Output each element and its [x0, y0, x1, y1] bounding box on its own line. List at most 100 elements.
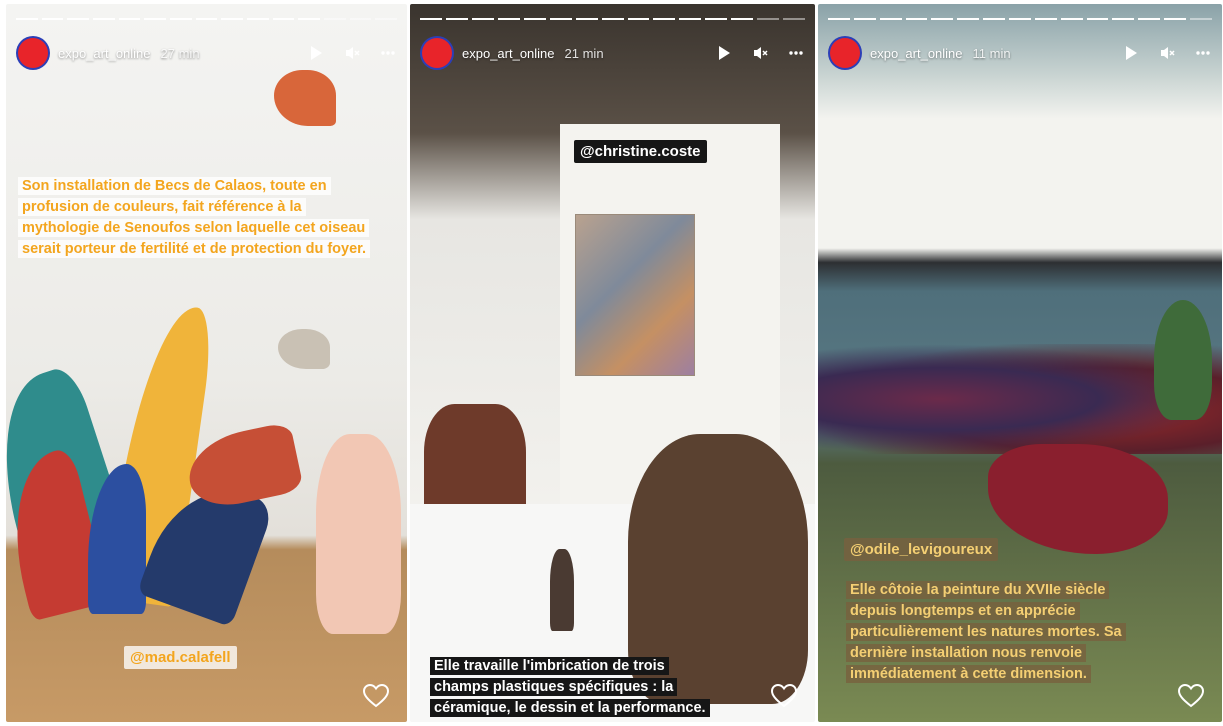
heart-icon[interactable]	[1177, 683, 1205, 708]
story-caption: Son installation de Becs de Calaos, tout…	[18, 176, 407, 260]
avatar[interactable]	[18, 38, 48, 68]
avatar[interactable]	[422, 38, 452, 68]
progress-segment	[445, 18, 468, 20]
heart-icon[interactable]	[362, 683, 390, 708]
story-card-2[interactable]: expo_art_online 21 min @christine.coste …	[410, 4, 815, 722]
more-icon[interactable]	[379, 44, 397, 62]
progress-segment	[471, 18, 494, 20]
mute-icon[interactable]	[751, 44, 769, 62]
progress-segment	[549, 18, 572, 20]
progress-segment	[221, 18, 244, 20]
progress-segment	[905, 18, 928, 20]
caption-line: depuis longtemps et en apprécie	[846, 602, 1080, 620]
progress-segment	[16, 18, 38, 20]
progress-segment	[349, 18, 372, 20]
progress-segment	[1112, 18, 1135, 20]
username[interactable]: expo_art_online	[462, 46, 555, 61]
progress-segment	[828, 18, 850, 20]
progress-segment	[67, 18, 90, 20]
progress-segment	[731, 18, 754, 20]
caption-line: Elle côtoie la peinture du XVIIe siècle	[846, 581, 1110, 599]
progress-segment	[247, 18, 269, 20]
orange-beak-sculpture	[274, 70, 336, 126]
mention-tag[interactable]: @mad.calafell	[124, 646, 237, 669]
story-header: expo_art_online 21 min	[422, 36, 805, 70]
progress-segment	[375, 18, 398, 20]
caption-line: immédiatement à cette dimension.	[846, 665, 1091, 683]
story-card-1[interactable]: expo_art_online 27 min Son installation …	[6, 4, 407, 722]
progress-segment	[879, 18, 902, 20]
caption-line: Son installation de Becs de Calaos, tout…	[18, 177, 331, 195]
progress-segment	[1164, 18, 1187, 20]
story-caption: Elle travaille l'imbrication de trois ch…	[430, 656, 770, 719]
progress-segment	[575, 18, 598, 20]
progress-segment	[195, 18, 218, 20]
progress-segment	[653, 18, 676, 20]
story-image	[6, 4, 407, 722]
red-drape-sculpture	[988, 444, 1168, 554]
progress-segment	[420, 18, 442, 20]
progress-segment	[1034, 18, 1057, 20]
mention-tag[interactable]: @christine.coste	[574, 140, 707, 163]
heart-icon[interactable]	[770, 683, 798, 708]
progress-segment	[983, 18, 1006, 20]
progress-segment	[41, 18, 64, 20]
progress-segment	[118, 18, 141, 20]
story-caption: Elle côtoie la peinture du XVIIe siècle …	[846, 580, 1186, 685]
progress-segment	[627, 18, 650, 20]
more-icon[interactable]	[787, 44, 805, 62]
mute-icon[interactable]	[1158, 44, 1176, 62]
story-card-3[interactable]: expo_art_online 11 min @odile_levigoureu…	[818, 4, 1222, 722]
caption-line: champs plastiques spécifiques : la	[430, 678, 678, 696]
progress-segment	[298, 18, 321, 20]
progress-segment	[93, 18, 115, 20]
play-icon[interactable]	[1122, 44, 1140, 62]
seated-figure-sculpture	[316, 434, 401, 634]
progress-segment	[1060, 18, 1083, 20]
avatar[interactable]	[830, 38, 860, 68]
story-progress	[828, 18, 1212, 20]
caption-line: profusion de couleurs, fait référence à …	[18, 198, 306, 216]
mention-tag[interactable]: @odile_levigoureux	[844, 538, 999, 561]
caption-line: Elle travaille l'imbrication de trois	[430, 657, 669, 675]
progress-segment	[170, 18, 192, 20]
progress-segment	[679, 18, 702, 20]
progress-segment	[931, 18, 954, 20]
progress-segment	[324, 18, 346, 20]
progress-segment	[757, 18, 780, 20]
story-progress	[16, 18, 398, 20]
progress-segment	[957, 18, 980, 20]
caption-line: particulièrement les natures mortes. Sa	[846, 623, 1126, 641]
small-figure-sculpture	[550, 549, 574, 631]
caption-line: mythologie de Senoufos selon laquelle ce…	[18, 219, 370, 237]
play-icon[interactable]	[715, 44, 733, 62]
progress-segment	[523, 18, 546, 20]
mute-icon[interactable]	[343, 44, 361, 62]
progress-segment	[497, 18, 520, 20]
progress-segment	[1009, 18, 1031, 20]
more-icon[interactable]	[1194, 44, 1212, 62]
caption-line: céramique, le dessin et la performance.	[430, 699, 710, 717]
grey-beak-sculpture	[278, 329, 330, 369]
progress-segment	[853, 18, 876, 20]
story-header: expo_art_online 11 min	[830, 36, 1212, 70]
progress-segment	[705, 18, 728, 20]
progress-segment	[783, 18, 806, 20]
progress-segment	[601, 18, 624, 20]
story-progress	[420, 18, 806, 20]
progress-segment	[272, 18, 295, 20]
progress-segment	[1138, 18, 1161, 20]
post-time: 11 min	[972, 45, 1011, 61]
progress-segment	[1086, 18, 1109, 20]
progress-segment	[1190, 18, 1212, 20]
parrot-sculpture	[1154, 300, 1212, 420]
story-header: expo_art_online 27 min	[18, 36, 397, 70]
play-icon[interactable]	[307, 44, 325, 62]
framed-painting	[575, 214, 695, 376]
progress-segment	[144, 18, 167, 20]
username[interactable]: expo_art_online	[870, 46, 963, 61]
story-image	[410, 4, 815, 722]
username[interactable]: expo_art_online	[58, 46, 151, 61]
post-time: 21 min	[564, 45, 604, 61]
post-time: 27 min	[160, 45, 200, 61]
